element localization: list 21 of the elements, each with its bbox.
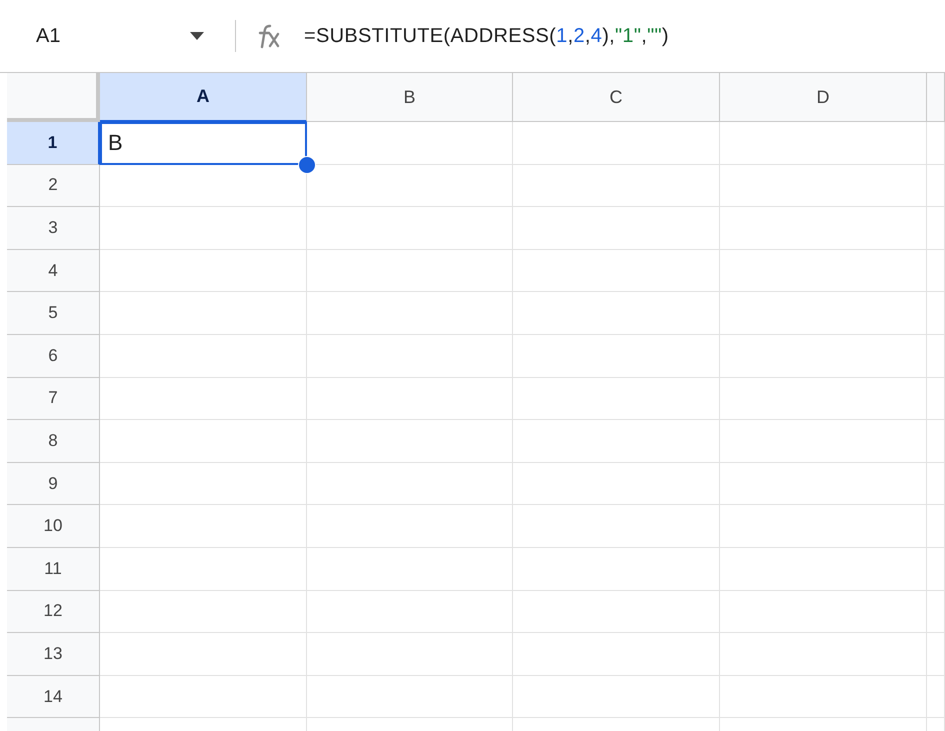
column-header[interactable]: C — [513, 73, 720, 122]
row-header[interactable]: 1 — [7, 122, 100, 165]
row-header[interactable]: 2 — [7, 164, 100, 208]
row-header[interactable]: 13 — [7, 633, 100, 676]
row-header[interactable]: 14 — [7, 676, 100, 718]
column-header[interactable]: D — [720, 73, 927, 122]
row-header[interactable]: 6 — [7, 334, 100, 378]
row-header[interactable]: 5 — [7, 292, 100, 335]
row-header[interactable]: 3 — [7, 207, 100, 250]
row-header[interactable]: 7 — [7, 378, 100, 420]
name-box[interactable]: A1 — [0, 24, 186, 48]
formula-text[interactable]: =SUBSTITUTE(ADDRESS(1,2,4),"1","") — [304, 24, 669, 48]
row-header[interactable]: 9 — [7, 462, 100, 506]
column-header[interactable]: B — [307, 73, 513, 122]
row-header[interactable]: 12 — [7, 590, 100, 634]
row-header[interactable]: 4 — [7, 250, 100, 292]
column-header[interactable]: A — [100, 73, 307, 122]
row-header[interactable]: 8 — [7, 420, 100, 463]
table-cell[interactable]: B — [100, 122, 307, 165]
row-header[interactable]: 10 — [7, 505, 100, 548]
row-header[interactable]: 11 — [7, 548, 100, 591]
